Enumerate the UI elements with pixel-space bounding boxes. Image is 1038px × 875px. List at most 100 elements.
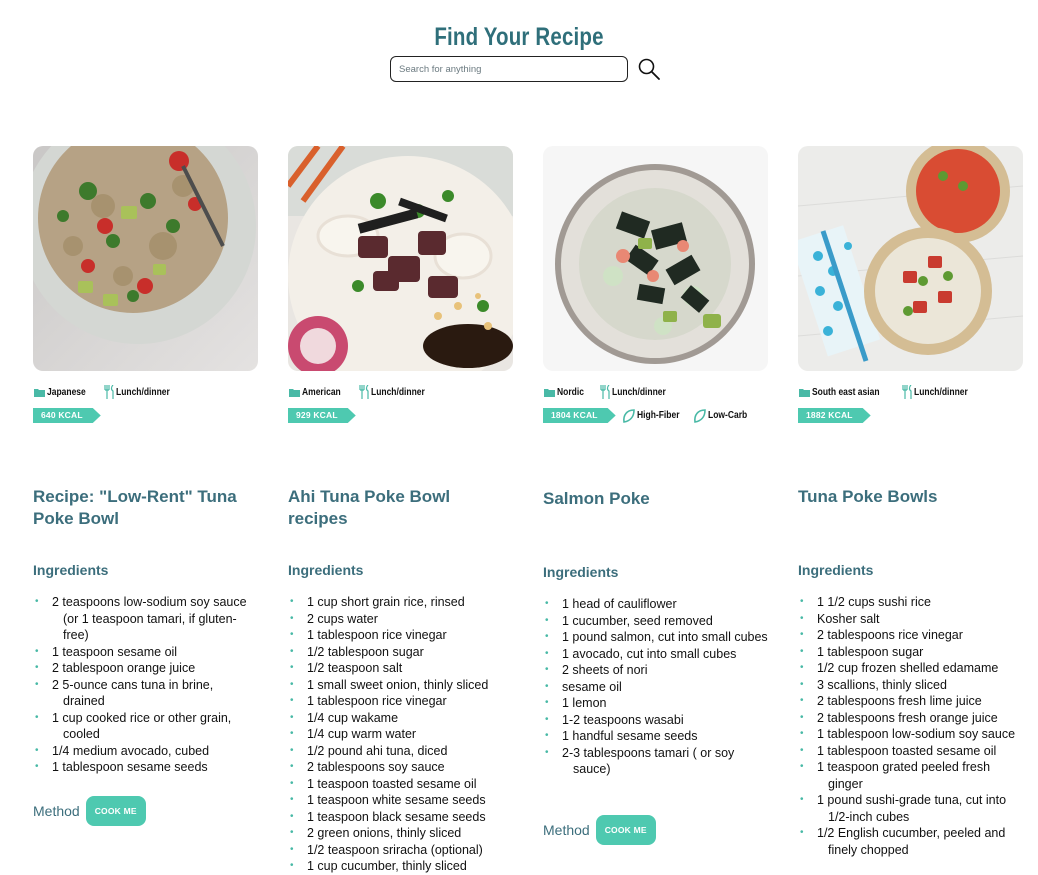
ingredient-item: 2 tablespoon orange juice [33,660,258,677]
cuisine-label: Japanese [47,386,86,398]
ingredient-item: 1/4 medium avocado, cubed [33,743,258,760]
ingredient-item: 1 cup short grain rice, rinsed [288,594,513,611]
leaf-icon [622,408,635,423]
ingredient-item: 2 green onions, thinly sliced [288,825,513,842]
page-title: Find Your Recipe [434,22,604,51]
ingredient-item: 2 tablespoons soy sauce [288,759,513,776]
recipe-photo[interactable] [288,146,513,371]
ingredient-item: 2 teaspoons low-sodium soy sauce (or 1 t… [33,594,258,644]
leaf-icon [693,408,706,423]
ingredient-item: 1 1/2 cups sushi rice [798,594,1023,611]
recipe-title: Recipe: "Low-Rent" Tuna Poke Bowl [33,487,237,528]
ingredient-item: 2 5-ounce cans tuna in brine, drained [33,677,258,710]
kcal-badge: 1804 KCAL [543,408,616,423]
search-button[interactable] [636,57,662,83]
cook-me-button[interactable]: COOK ME [85,796,146,826]
meal-tag: Lunch/dinner [599,385,675,399]
diet-tag: High-Fiber [622,408,687,423]
cuisine-icon [34,389,45,397]
meal-label: Lunch/dinner [370,386,425,398]
ingredient-item: 2-3 tablespoons tamari ( or soy sauce) [543,745,768,778]
ingredient-item: 1-2 teaspoons wasabi [543,712,768,729]
cuisine-label: South east asian [812,386,880,398]
ingredient-item: 1 teaspoon sesame oil [33,644,258,661]
recipe-card: South east asian Lunch/dinner 1882 KCAL … [798,146,1024,857]
recipe-photo[interactable] [33,146,258,371]
ingredients-list: 1 1/2 cups sushi rice Kosher salt 2 tabl… [798,594,1023,858]
meal-label: Lunch/dinner [914,386,969,398]
ingredient-item: 1 avocado, cut into small cubes [543,646,768,663]
cuisine-tag: American [288,386,348,398]
kcal-badge: 929 KCAL [288,408,356,423]
method-label: Method [33,803,80,819]
ingredient-item: Kosher salt [798,611,1023,628]
recipe-photo[interactable] [543,146,768,371]
ingredient-item: 1 tablespoon rice vinegar [288,627,513,644]
ingredient-item: 1/4 cup wakame [288,710,513,727]
ingredient-item: 1 cup cooked rice or other grain, cooled [33,710,258,743]
cuisine-label: American [302,386,341,398]
ingredient-item: 1 tablespoon rice vinegar [288,693,513,710]
method-row: Method COOK ME [33,796,146,826]
ingredient-item: 1 tablespoon low-sodium soy sauce [798,726,1023,743]
ingredient-item: sesame oil [543,679,768,696]
ingredient-item: 1 tablespoon sesame seeds [33,759,258,776]
diet-label: Low-Carb [707,410,747,421]
ingredients-heading: Ingredients [288,562,364,578]
search-input[interactable] [390,56,628,82]
recipe-title: Tuna Poke Bowls [798,487,938,506]
ingredient-item: 2 sheets of nori [543,662,768,679]
meal-tag: Lunch/dinner [103,385,179,399]
fork-knife-icon [902,385,913,399]
cuisine-tag: Nordic [543,386,589,398]
fork-knife-icon [600,385,610,399]
ingredient-item: 1 cup cucumber, thinly sliced [288,858,513,875]
ingredient-item: 1 pound sushi-grade tuna, cut into 1/2-i… [798,792,1023,825]
ingredient-item: 1 head of cauliflower [543,596,768,613]
ingredients-list: 1 cup short grain rice, rinsed 2 cups wa… [288,594,513,875]
cuisine-tag: South east asian [798,386,891,398]
cook-me-button[interactable]: COOK ME [595,815,656,845]
kcal-badge: 640 KCAL [33,408,101,423]
recipe-card: Nordic Lunch/dinner 1804 KCAL High-Fiber… [543,146,769,845]
ingredient-item: 1/2 teaspoon salt [288,660,513,677]
ingredient-item: 1 teaspoon toasted sesame oil [288,776,513,793]
nutrition-row: 1882 KCAL [798,408,871,423]
ingredient-item: 1/2 tablespoon sugar [288,644,513,661]
ingredient-item: 1 pound salmon, cut into small cubes [543,629,768,646]
ingredient-item: 1/2 English cucumber, peeled and finely … [798,825,1023,858]
ingredient-item: 2 cups water [288,611,513,628]
recipe-title: Salmon Poke [543,489,650,508]
search-icon [638,58,660,80]
ingredient-item: 1/2 cup frozen shelled edamame [798,660,1023,677]
recipe-photo[interactable] [798,146,1023,371]
recipe-tags: Nordic Lunch/dinner [543,384,685,400]
recipe-card: American Lunch/dinner 929 KCAL Ahi Tuna … [288,146,514,874]
method-label: Method [543,822,590,838]
ingredient-item: 1 teaspoon black sesame seeds [288,809,513,826]
cuisine-label: Nordic [557,386,584,398]
ingredients-heading: Ingredients [543,564,619,580]
recipe-card: Japanese Lunch/dinner 640 KCAL Recipe: "… [33,146,259,826]
cuisine-icon [799,389,810,397]
ingredient-item: 1 tablespoon sugar [798,644,1023,661]
ingredient-item: 1/2 teaspoon sriracha (optional) [288,842,513,859]
ingredient-item: 1 teaspoon white sesame seeds [288,792,513,809]
ingredient-item: 1 small sweet onion, thinly sliced [288,677,513,694]
fork-knife-icon [103,385,114,399]
recipe-tags: Japanese Lunch/dinner [33,384,189,400]
ingredient-item: 1 lemon [543,695,768,712]
ingredients-list: 1 head of cauliflower 1 cucumber, seed r… [543,596,768,778]
cuisine-tag: Japanese [33,386,93,398]
fork-knife-icon [358,385,369,399]
ingredient-item: 1 tablespoon toasted sesame oil [798,743,1023,760]
meal-tag: Lunch/dinner [358,385,434,399]
ingredient-item: 1 cucumber, seed removed [543,613,768,630]
ingredient-item: 1 handful sesame seeds [543,728,768,745]
ingredient-item: 1/2 pound ahi tuna, diced [288,743,513,760]
kcal-badge: 1882 KCAL [798,408,871,423]
diet-label: High-Fiber [636,410,680,421]
ingredient-item: 3 scallions, thinly sliced [798,677,1023,694]
ingredient-item: 1 teaspoon grated peeled fresh ginger [798,759,1023,792]
method-row: Method COOK ME [543,815,656,845]
